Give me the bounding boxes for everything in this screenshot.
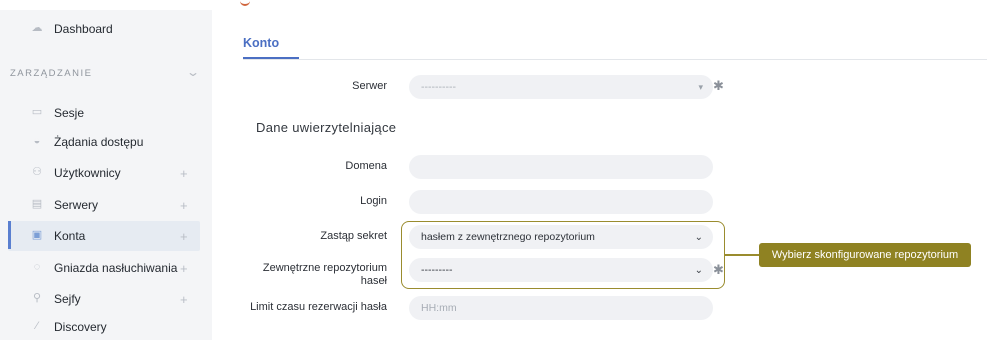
sidebar-item-servers[interactable]: ▤ Serwery + bbox=[0, 190, 212, 220]
external-repo-label: Zewnętrzne repozytorium haseł bbox=[263, 262, 387, 288]
sidebar-item-label: Dashboard bbox=[54, 22, 113, 36]
sidebar-item-dashboard[interactable]: ☁ Dashboard bbox=[0, 14, 212, 44]
login-label: Login bbox=[360, 195, 387, 207]
sidebar-item-label: Konta bbox=[54, 229, 86, 243]
chevron-down-icon: ▾ bbox=[698, 81, 703, 92]
replace-secret-label: Zastąp sekret bbox=[320, 230, 387, 242]
safes-icon: ⚲ bbox=[32, 292, 42, 304]
highlight-box bbox=[401, 221, 725, 289]
sidebar-item-label: Użytkownicy bbox=[54, 166, 121, 180]
reservation-limit-label: Limit czasu rezerwacji hasła bbox=[250, 301, 387, 313]
external-repo-label-line2: haseł bbox=[360, 275, 387, 287]
sidebar-item-label: Discovery bbox=[54, 320, 107, 334]
server-label: Serwer bbox=[352, 80, 387, 92]
sidebar-item-label: Serwery bbox=[54, 198, 99, 212]
server-select[interactable]: ---------- ▾ bbox=[409, 75, 713, 99]
callout-connector bbox=[725, 254, 759, 256]
sidebar-item-sessions[interactable]: ▭ Sesje bbox=[0, 98, 212, 128]
sidebar-item-label: Sesje bbox=[54, 106, 85, 120]
access-requests-icon: ◒ bbox=[33, 135, 41, 147]
add-listener-button[interactable]: + bbox=[180, 261, 188, 276]
active-indicator bbox=[8, 221, 11, 249]
sidebar-item-label: Żądania dostępu bbox=[54, 135, 144, 149]
listeners-icon: ◌ bbox=[33, 261, 41, 273]
add-safe-button[interactable]: + bbox=[180, 292, 188, 307]
sidebar-section-header: ZARZĄDZANIE bbox=[10, 68, 93, 79]
top-strip bbox=[212, 0, 998, 10]
sessions-icon: ▭ bbox=[31, 106, 43, 118]
sidebar-item-users[interactable]: ⚇ Użytkownicy + bbox=[0, 158, 212, 188]
add-account-button[interactable]: + bbox=[180, 229, 188, 244]
required-asterisk-icon: ✱ bbox=[713, 78, 724, 93]
domain-field[interactable] bbox=[409, 155, 713, 179]
sidebar-item-listeners[interactable]: ◌ Gniazda nasłuchiwania + bbox=[0, 253, 212, 283]
add-user-button[interactable]: + bbox=[180, 166, 188, 181]
reservation-limit-field[interactable]: HH:mm bbox=[409, 296, 713, 320]
tab-divider bbox=[243, 59, 987, 60]
dashboard-icon: ☁ bbox=[31, 22, 43, 34]
sidebar-item-label: Sejfy bbox=[54, 292, 81, 306]
sidebar-item-access-requests[interactable]: ◒ Żądania dostępu bbox=[0, 127, 212, 157]
users-icon: ⚇ bbox=[32, 166, 42, 178]
servers-icon: ▤ bbox=[31, 198, 43, 210]
domain-label: Domena bbox=[345, 160, 387, 172]
sidebar-item-accounts[interactable]: ▣ Konta + bbox=[8, 221, 200, 251]
login-field[interactable] bbox=[409, 190, 713, 214]
callout-tooltip: Wybierz skonfigurowane repozytorium bbox=[759, 243, 971, 267]
sidebar-item-label: Gniazda nasłuchiwania bbox=[54, 261, 178, 275]
credentials-section-title: Dane uwierzytelniające bbox=[256, 120, 397, 135]
chevron-down-icon[interactable]: ⌄ bbox=[186, 65, 200, 79]
accounts-icon: ▣ bbox=[31, 229, 43, 241]
server-select-value: ---------- bbox=[421, 81, 456, 93]
sidebar-item-safes[interactable]: ⚲ Sejfy + bbox=[0, 284, 212, 314]
reservation-limit-placeholder: HH:mm bbox=[421, 302, 457, 314]
sidebar-item-discovery[interactable]: ⁄ Discovery bbox=[0, 312, 212, 340]
external-repo-label-line1: Zewnętrzne repozytorium bbox=[262, 262, 387, 274]
add-server-button[interactable]: + bbox=[180, 198, 188, 213]
tab-account[interactable]: Konto bbox=[243, 36, 279, 50]
discovery-icon: ⁄ bbox=[36, 320, 38, 332]
